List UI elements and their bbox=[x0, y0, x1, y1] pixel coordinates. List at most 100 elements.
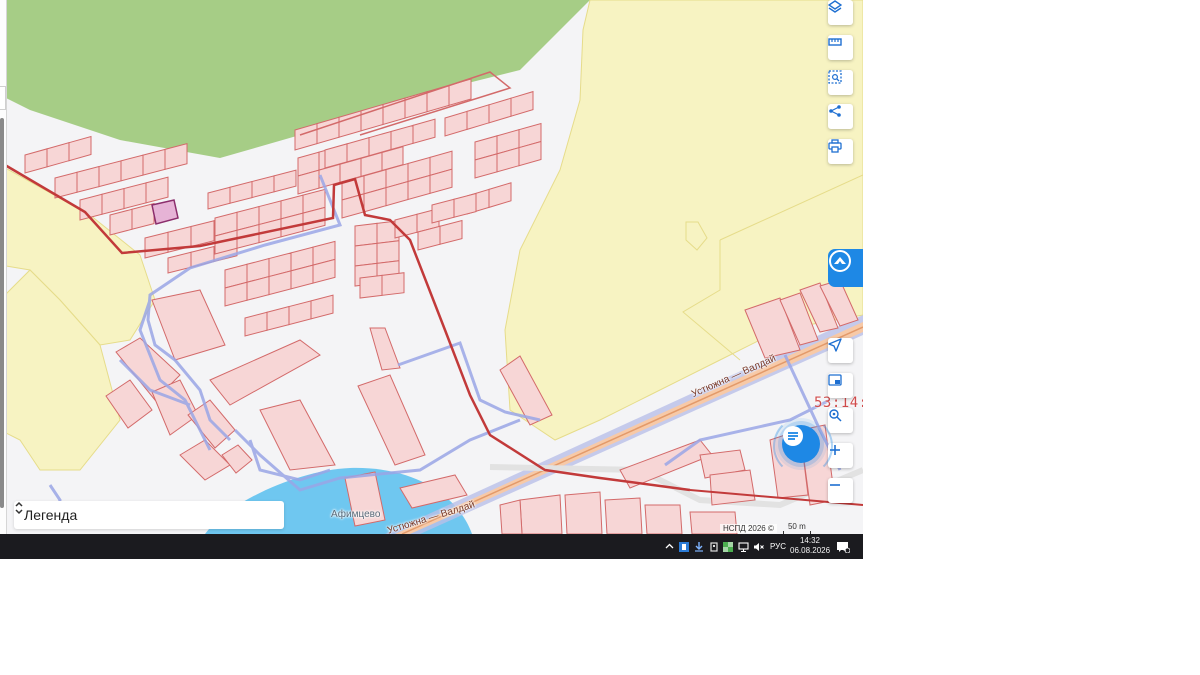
land-parcel[interactable] bbox=[179, 439, 231, 481]
legend-label: Легенда bbox=[24, 507, 78, 523]
land-parcel[interactable] bbox=[519, 494, 563, 534]
layer-panel-icon bbox=[828, 374, 842, 386]
tray-app-icon-2[interactable] bbox=[692, 534, 706, 559]
area-select-button[interactable] bbox=[828, 70, 853, 95]
place-name-label: Афимцево bbox=[331, 509, 381, 520]
tray-overflow-button[interactable] bbox=[662, 534, 676, 559]
side-panel-toggle[interactable] bbox=[0, 86, 6, 110]
zoom-out-icon bbox=[830, 484, 840, 486]
land-parcel[interactable] bbox=[131, 202, 155, 230]
land-parcel[interactable] bbox=[357, 374, 426, 466]
search-zoom-icon bbox=[829, 409, 842, 422]
land-parcel[interactable] bbox=[510, 90, 534, 117]
ruler-button[interactable] bbox=[828, 35, 853, 60]
land-parcel[interactable] bbox=[354, 222, 378, 247]
land-parcel[interactable] bbox=[488, 97, 512, 124]
land-parcel[interactable] bbox=[564, 491, 603, 534]
share-icon bbox=[829, 105, 841, 117]
land-parcel[interactable] bbox=[604, 497, 643, 534]
residential-zone-east bbox=[504, 0, 863, 441]
land-parcel[interactable] bbox=[266, 305, 290, 331]
map-view[interactable]: Афимцево Устюжна — Валдай Устюжна — Валд… bbox=[0, 0, 863, 534]
area-select-icon bbox=[828, 70, 842, 84]
locate-icon bbox=[828, 338, 842, 352]
land-parcel[interactable] bbox=[288, 300, 312, 326]
land-parcel[interactable] bbox=[142, 148, 166, 176]
scale-control: НСПД 2026 © 50 m bbox=[720, 521, 811, 534]
land-parcel[interactable] bbox=[109, 208, 133, 236]
land-parcel[interactable] bbox=[229, 180, 253, 204]
tray-app-icon-3[interactable] bbox=[707, 534, 721, 559]
land-parcel[interactable] bbox=[359, 274, 383, 299]
service-panel-button[interactable] bbox=[828, 249, 863, 287]
scale-label: 50 m bbox=[787, 521, 806, 531]
land-parcel[interactable] bbox=[54, 171, 78, 199]
land-parcel[interactable] bbox=[259, 399, 336, 471]
land-parcel[interactable] bbox=[488, 182, 512, 209]
share-button[interactable] bbox=[828, 104, 853, 129]
land-parcel[interactable] bbox=[273, 169, 297, 193]
land-parcel[interactable] bbox=[444, 110, 468, 137]
app-tray-icon bbox=[679, 541, 689, 552]
tray-app-icon-1[interactable] bbox=[677, 534, 691, 559]
land-parcel[interactable] bbox=[431, 198, 455, 224]
land-parcel[interactable] bbox=[221, 444, 253, 474]
search-zoom-button[interactable] bbox=[828, 408, 853, 433]
network-button[interactable] bbox=[736, 534, 750, 559]
land-parcel[interactable] bbox=[644, 504, 683, 534]
land-parcel[interactable] bbox=[354, 242, 378, 267]
land-parcel[interactable] bbox=[123, 182, 147, 210]
legend-dropdown[interactable]: Легенда bbox=[14, 501, 284, 529]
volume-muted-icon bbox=[753, 542, 764, 551]
land-parcel[interactable] bbox=[439, 219, 463, 245]
land-parcel[interactable] bbox=[46, 142, 70, 168]
land-parcel[interactable] bbox=[251, 175, 275, 199]
side-panel-handle[interactable] bbox=[0, 118, 4, 508]
print-button[interactable] bbox=[828, 139, 853, 164]
land-parcel[interactable] bbox=[209, 339, 321, 406]
download-tray-icon bbox=[695, 541, 703, 552]
taskbar-clock[interactable]: 14:32 06.08.2026 bbox=[790, 536, 830, 556]
land-parcel[interactable] bbox=[381, 272, 405, 296]
locate-button[interactable] bbox=[828, 338, 853, 363]
application-window: Афимцево Устюжна — Валдай Устюжна — Валд… bbox=[0, 0, 863, 559]
scale-bar: 50 m bbox=[782, 521, 811, 534]
land-parcel[interactable] bbox=[144, 231, 169, 259]
land-parcel[interactable] bbox=[310, 294, 334, 320]
land-parcel[interactable] bbox=[145, 176, 169, 204]
service-logo-icon bbox=[829, 250, 851, 272]
land-parcel[interactable] bbox=[499, 499, 523, 534]
land-parcel[interactable] bbox=[76, 165, 100, 193]
land-parcel[interactable] bbox=[187, 399, 236, 449]
map-attribution: НСПД 2026 © bbox=[720, 524, 777, 533]
land-parcel[interactable] bbox=[79, 193, 103, 221]
land-parcel[interactable] bbox=[120, 154, 144, 182]
land-parcel[interactable] bbox=[68, 135, 92, 162]
layer-panel-button[interactable] bbox=[828, 373, 853, 398]
language-indicator[interactable]: РУС bbox=[767, 534, 789, 559]
land-parcel[interactable] bbox=[412, 118, 436, 145]
tray-app-icon-4[interactable] bbox=[721, 534, 735, 559]
land-parcel[interactable] bbox=[453, 192, 477, 218]
zoom-out-button[interactable] bbox=[828, 478, 853, 503]
map-canvas[interactable] bbox=[0, 0, 863, 534]
land-parcel[interactable] bbox=[207, 186, 231, 210]
layers-button[interactable] bbox=[828, 0, 853, 25]
chat-icon bbox=[783, 426, 803, 446]
volume-button[interactable] bbox=[751, 534, 765, 559]
land-parcel[interactable] bbox=[709, 469, 756, 506]
land-parcel[interactable] bbox=[24, 148, 48, 174]
print-icon bbox=[828, 139, 842, 153]
land-parcel[interactable] bbox=[101, 187, 125, 215]
selected-parcel[interactable] bbox=[151, 199, 179, 225]
land-parcel[interactable] bbox=[244, 311, 268, 337]
land-parcel[interactable] bbox=[390, 124, 414, 151]
land-parcel[interactable] bbox=[376, 240, 400, 264]
chat-button[interactable] bbox=[782, 425, 820, 463]
land-parcel[interactable] bbox=[466, 104, 490, 131]
ruler-icon bbox=[828, 38, 842, 46]
chevron-up-icon bbox=[665, 543, 673, 549]
clock-time: 14:32 bbox=[799, 536, 821, 545]
land-parcel[interactable] bbox=[369, 327, 401, 371]
land-parcel[interactable] bbox=[98, 160, 122, 188]
